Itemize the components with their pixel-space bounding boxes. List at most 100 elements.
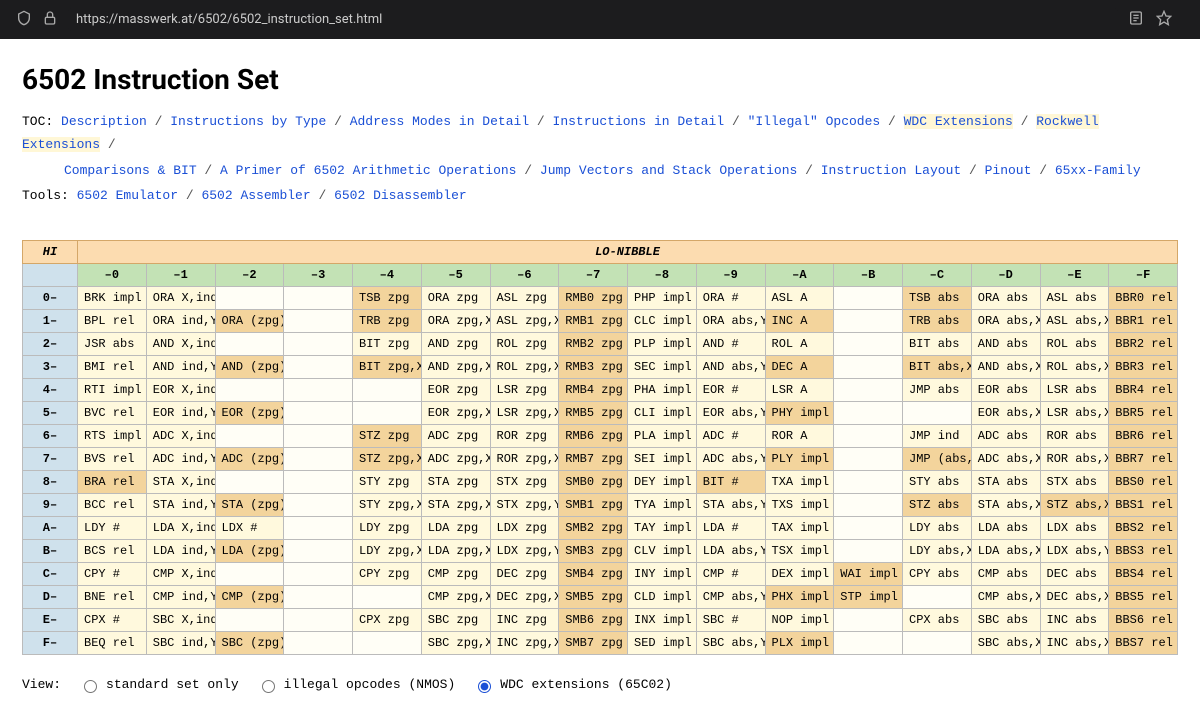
opcode-cell[interactable]: BBS0 rel [1109, 470, 1178, 493]
opcode-cell[interactable]: ORA (zpg) [215, 309, 284, 332]
opcode-cell[interactable]: CMP abs,Y [696, 585, 765, 608]
opcode-cell[interactable]: ORA abs,Y [696, 309, 765, 332]
view-option[interactable]: standard set only [79, 677, 239, 693]
opcode-cell[interactable]: ASL abs [1040, 286, 1109, 309]
opcode-cell[interactable]: ADC abs,Y [696, 447, 765, 470]
opcode-cell[interactable]: STX zpg,Y [490, 493, 559, 516]
opcode-cell[interactable]: BIT zpg,X [353, 355, 422, 378]
opcode-cell[interactable]: SMB4 zpg [559, 562, 628, 585]
opcode-cell[interactable]: SMB1 zpg [559, 493, 628, 516]
opcode-cell[interactable]: JMP ind [903, 424, 972, 447]
opcode-cell[interactable]: BRA rel [78, 470, 147, 493]
opcode-cell[interactable]: AND # [696, 332, 765, 355]
opcode-cell[interactable]: LDX zpg [490, 516, 559, 539]
opcode-cell[interactable]: CPX abs [903, 608, 972, 631]
opcode-cell[interactable]: SMB2 zpg [559, 516, 628, 539]
bookmark-star-icon[interactable] [1156, 10, 1172, 30]
opcode-cell[interactable]: BIT # [696, 470, 765, 493]
opcode-cell[interactable]: LDA # [696, 516, 765, 539]
opcode-cell[interactable]: RTS impl [78, 424, 147, 447]
opcode-cell[interactable]: LSR zpg [490, 378, 559, 401]
opcode-cell[interactable]: PHP impl [628, 286, 697, 309]
opcode-cell[interactable]: TSB zpg [353, 286, 422, 309]
opcode-cell[interactable]: CPX zpg [353, 608, 422, 631]
opcode-cell[interactable]: ORA X,ind [146, 286, 215, 309]
opcode-cell[interactable]: DEC A [765, 355, 834, 378]
opcode-cell[interactable]: STA ind,Y [146, 493, 215, 516]
opcode-cell[interactable]: DEC zpg [490, 562, 559, 585]
opcode-cell[interactable]: ADC X,ind [146, 424, 215, 447]
opcode-cell[interactable]: LDY zpg [353, 516, 422, 539]
opcode-cell[interactable]: ROL zpg [490, 332, 559, 355]
opcode-cell[interactable]: TYA impl [628, 493, 697, 516]
opcode-cell[interactable]: BBR7 rel [1109, 447, 1178, 470]
opcode-cell[interactable]: ROL zpg,X [490, 355, 559, 378]
opcode-cell[interactable]: BIT zpg [353, 332, 422, 355]
opcode-cell[interactable]: LSR A [765, 378, 834, 401]
opcode-cell[interactable]: STZ abs,X [1040, 493, 1109, 516]
opcode-cell[interactable]: BIT abs [903, 332, 972, 355]
opcode-cell[interactable]: ROL A [765, 332, 834, 355]
opcode-cell[interactable]: EOR # [696, 378, 765, 401]
opcode-cell[interactable]: SMB0 zpg [559, 470, 628, 493]
opcode-cell[interactable]: BCC rel [78, 493, 147, 516]
opcode-cell[interactable]: NOP impl [765, 608, 834, 631]
opcode-cell[interactable]: BBS3 rel [1109, 539, 1178, 562]
opcode-cell[interactable]: BBR3 rel [1109, 355, 1178, 378]
opcode-cell[interactable]: AND ind,Y [146, 355, 215, 378]
opcode-cell[interactable]: SBC abs,X [971, 631, 1040, 654]
opcode-cell[interactable]: CMP zpg [421, 562, 490, 585]
opcode-cell[interactable]: STA (zpg) [215, 493, 284, 516]
opcode-cell[interactable]: LDA zpg,X [421, 539, 490, 562]
opcode-cell[interactable]: LDA zpg [421, 516, 490, 539]
opcode-cell[interactable]: SMB6 zpg [559, 608, 628, 631]
opcode-cell[interactable]: ORA zpg,X [421, 309, 490, 332]
toc-link[interactable]: Instructions in Detail [553, 114, 725, 129]
toc-link[interactable]: WDC Extensions [904, 114, 1013, 129]
opcode-cell[interactable]: PLP impl [628, 332, 697, 355]
opcode-cell[interactable]: BEQ rel [78, 631, 147, 654]
opcode-cell[interactable]: PHA impl [628, 378, 697, 401]
toc-link[interactable]: Pinout [985, 163, 1032, 178]
opcode-cell[interactable]: STA X,ind [146, 470, 215, 493]
opcode-cell[interactable]: ADC # [696, 424, 765, 447]
opcode-cell[interactable]: SBC X,ind [146, 608, 215, 631]
opcode-cell[interactable]: TAY impl [628, 516, 697, 539]
opcode-cell[interactable]: PLY impl [765, 447, 834, 470]
opcode-cell[interactable]: RMB7 zpg [559, 447, 628, 470]
opcode-cell[interactable]: LDX abs,Y [1040, 539, 1109, 562]
opcode-cell[interactable]: TRB abs [903, 309, 972, 332]
opcode-cell[interactable]: PHX impl [765, 585, 834, 608]
opcode-cell[interactable]: EOR zpg [421, 378, 490, 401]
toc-link[interactable]: Comparisons & BIT [64, 163, 197, 178]
opcode-cell[interactable]: LDY abs,X [903, 539, 972, 562]
opcode-cell[interactable]: SED impl [628, 631, 697, 654]
opcode-cell[interactable]: ORA ind,Y [146, 309, 215, 332]
opcode-cell[interactable]: CMP X,ind [146, 562, 215, 585]
opcode-cell[interactable]: LDA ind,Y [146, 539, 215, 562]
opcode-cell[interactable]: AND zpg [421, 332, 490, 355]
opcode-cell[interactable]: DEC abs,X [1040, 585, 1109, 608]
opcode-cell[interactable]: PHY impl [765, 401, 834, 424]
opcode-cell[interactable]: INX impl [628, 608, 697, 631]
opcode-cell[interactable]: LDA abs [971, 516, 1040, 539]
opcode-cell[interactable]: ASL A [765, 286, 834, 309]
opcode-cell[interactable]: DEX impl [765, 562, 834, 585]
tool-link[interactable]: 6502 Assembler [201, 188, 310, 203]
opcode-cell[interactable]: LDA abs,X [971, 539, 1040, 562]
opcode-cell[interactable]: RMB4 zpg [559, 378, 628, 401]
opcode-cell[interactable]: AND (zpg) [215, 355, 284, 378]
opcode-cell[interactable]: LDX abs [1040, 516, 1109, 539]
opcode-cell[interactable]: SBC # [696, 608, 765, 631]
toc-link[interactable]: Instructions by Type [170, 114, 326, 129]
opcode-cell[interactable]: BBS7 rel [1109, 631, 1178, 654]
view-option[interactable]: illegal opcodes (NMOS) [257, 677, 456, 693]
opcode-cell[interactable]: BPL rel [78, 309, 147, 332]
opcode-cell[interactable]: LDA abs,Y [696, 539, 765, 562]
opcode-cell[interactable]: CLI impl [628, 401, 697, 424]
opcode-cell[interactable]: INC abs [1040, 608, 1109, 631]
opcode-cell[interactable]: CLC impl [628, 309, 697, 332]
opcode-cell[interactable]: ASL zpg [490, 286, 559, 309]
opcode-cell[interactable]: BBS1 rel [1109, 493, 1178, 516]
opcode-cell[interactable]: SEC impl [628, 355, 697, 378]
